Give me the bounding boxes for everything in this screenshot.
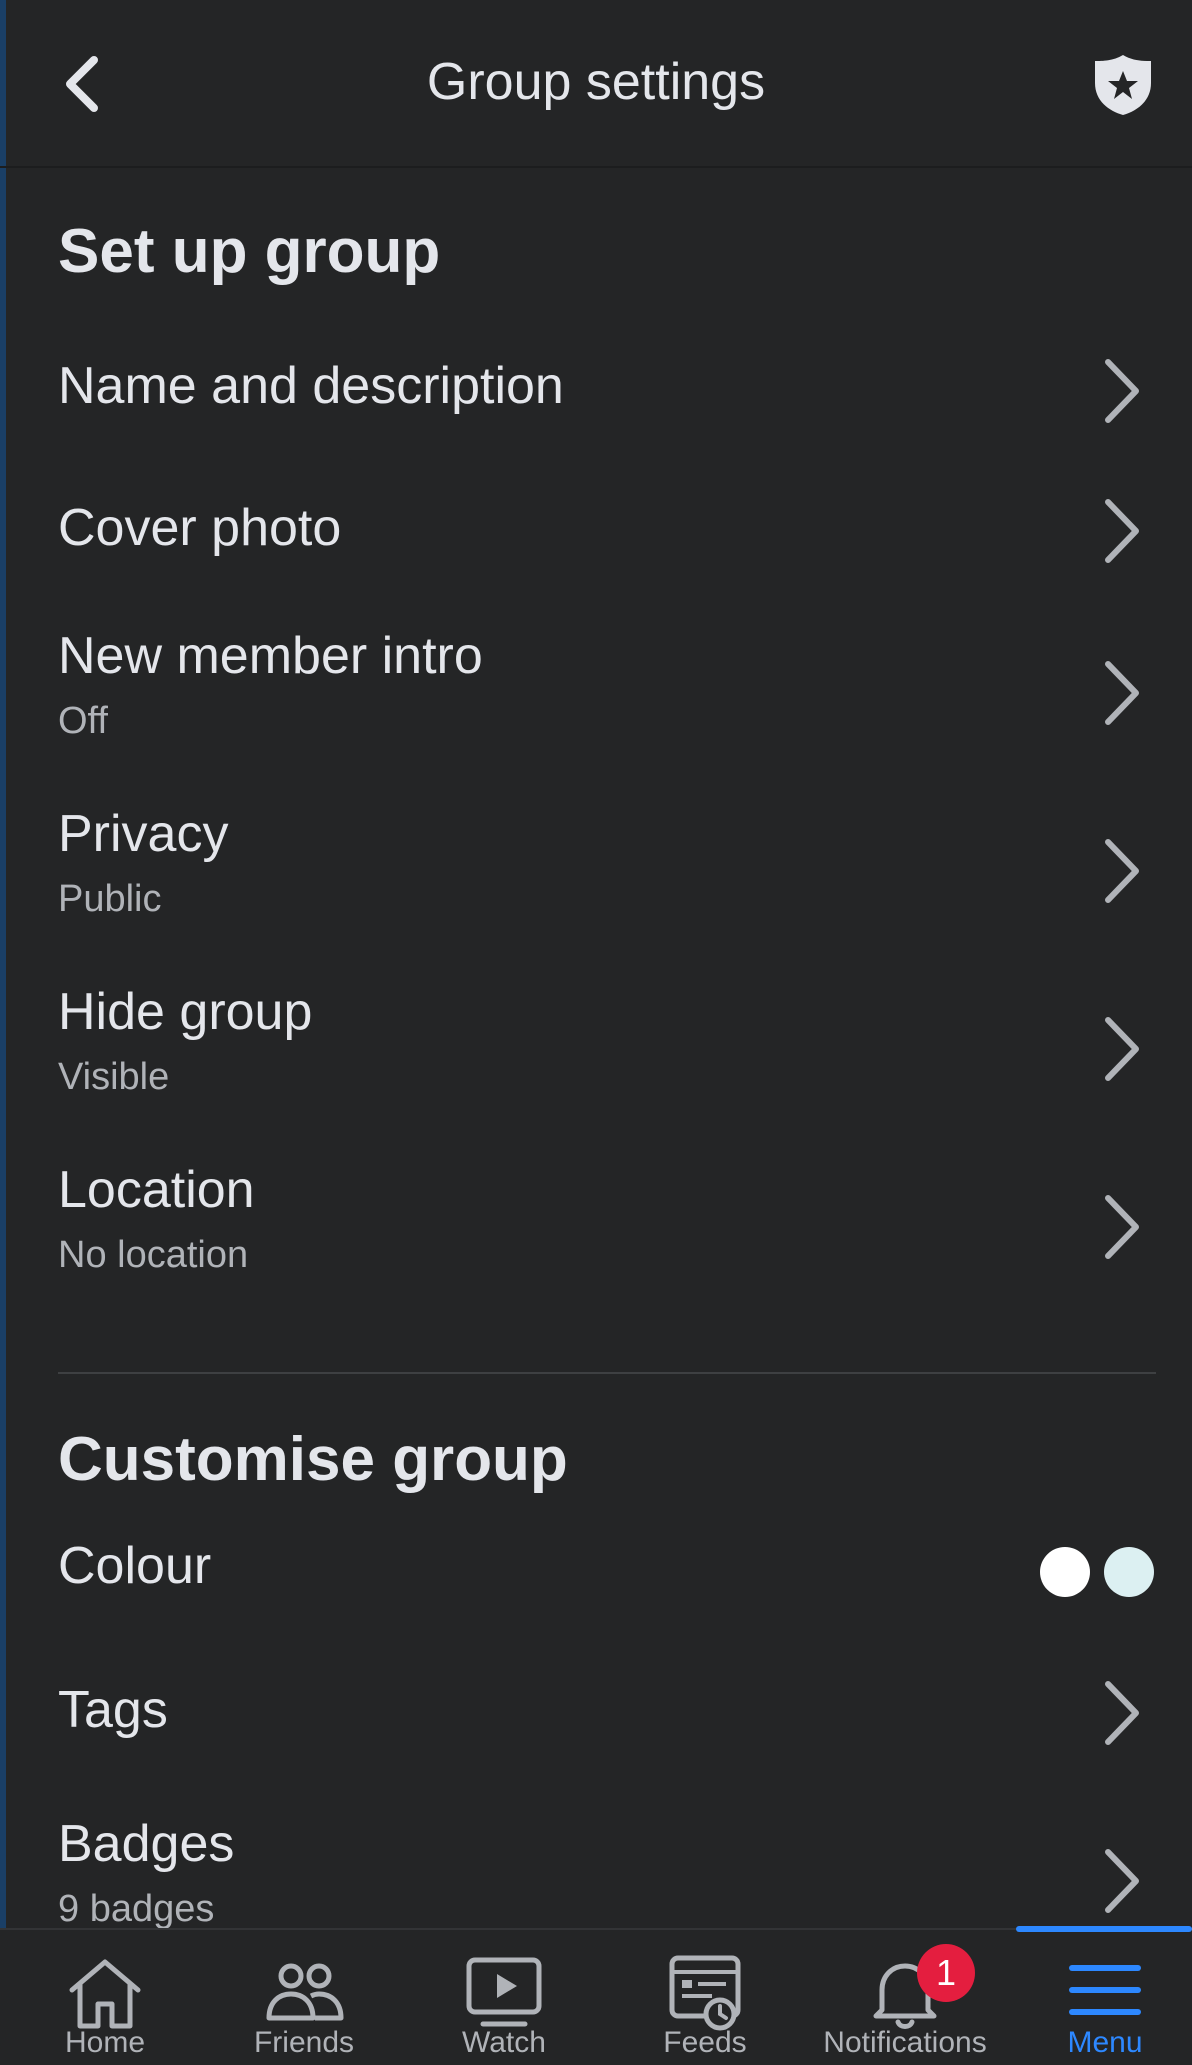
tab-label: Watch [462, 2026, 546, 2059]
setting-value: Off [58, 700, 108, 742]
setting-label: Cover photo [58, 499, 342, 557]
setting-name-and-description[interactable]: Name and description [0, 336, 1192, 446]
chevron-right-icon [1105, 1195, 1139, 1259]
setting-label: Location [58, 1161, 255, 1219]
admin-tools-button[interactable] [1088, 50, 1158, 120]
active-tab-indicator [1016, 1926, 1192, 1932]
tab-home[interactable]: Home [10, 1930, 200, 2065]
setting-privacy[interactable]: Privacy Public [0, 798, 1192, 938]
setting-location[interactable]: Location No location [0, 1154, 1192, 1294]
section-title-customise-group: Customise group [58, 1425, 568, 1494]
setting-label: Privacy [58, 805, 229, 863]
setting-badges[interactable]: Badges 9 badges [0, 1808, 1192, 1930]
setting-value: 9 badges [58, 1888, 215, 1930]
chevron-right-icon [1105, 359, 1139, 423]
setting-label: Name and description [58, 357, 564, 415]
tab-label: Home [64, 2026, 146, 2059]
setting-value: Visible [58, 1056, 170, 1098]
setting-tags[interactable]: Tags [0, 1654, 1192, 1764]
watch-icon [466, 1957, 542, 2027]
tab-menu[interactable]: Menu [1010, 1930, 1192, 2065]
section-title-set-up-group: Set up group [58, 217, 441, 286]
setting-label: Badges [58, 1815, 235, 1873]
setting-hide-group[interactable]: Hide group Visible [0, 976, 1192, 1116]
home-icon [69, 1959, 141, 2029]
page-title: Group settings [426, 53, 766, 111]
tab-label: Notifications [823, 2026, 987, 2059]
chevron-right-icon [1105, 1017, 1139, 1081]
tab-label: Feeds [663, 2026, 747, 2059]
chevron-right-icon [1105, 1681, 1139, 1745]
setting-label: Tags [58, 1681, 168, 1739]
admin-shield-star-icon [1095, 55, 1151, 115]
tab-notifications[interactable]: 1 Notifications [810, 1930, 1000, 2065]
setting-value: Public [58, 878, 162, 920]
setting-cover-photo[interactable]: Cover photo [0, 476, 1192, 586]
tab-friends[interactable]: Friends [209, 1930, 399, 2065]
chevron-right-icon [1105, 839, 1139, 903]
setting-colour[interactable]: Colour [0, 1530, 1192, 1614]
tab-label: Menu [1067, 2026, 1143, 2059]
setting-label: New member intro [58, 627, 483, 685]
friends-icon [266, 1963, 344, 2021]
chevron-right-icon [1105, 1849, 1139, 1913]
tab-feeds[interactable]: Feeds [610, 1930, 800, 2065]
setting-value: No location [58, 1234, 249, 1276]
chevron-right-icon [1105, 661, 1139, 725]
menu-icon [1069, 1965, 1141, 2015]
setting-new-member-intro[interactable]: New member intro Off [0, 620, 1192, 760]
setting-label: Colour [58, 1537, 212, 1595]
feeds-icon [669, 1955, 741, 2031]
colour-swatch[interactable] [1104, 1547, 1154, 1597]
chevron-right-icon [1105, 499, 1139, 563]
colour-swatch[interactable] [1040, 1547, 1090, 1597]
notification-count-badge: 1 [917, 1944, 975, 2002]
tab-label: Friends [253, 2026, 355, 2059]
section-divider [58, 1372, 1156, 1374]
setting-label: Hide group [58, 983, 313, 1041]
bottom-tab-bar: Home Friends Watch Feeds 1 Notifications… [0, 1928, 1192, 2065]
top-bar: Group settings [0, 0, 1192, 168]
tab-watch[interactable]: Watch [409, 1930, 599, 2065]
